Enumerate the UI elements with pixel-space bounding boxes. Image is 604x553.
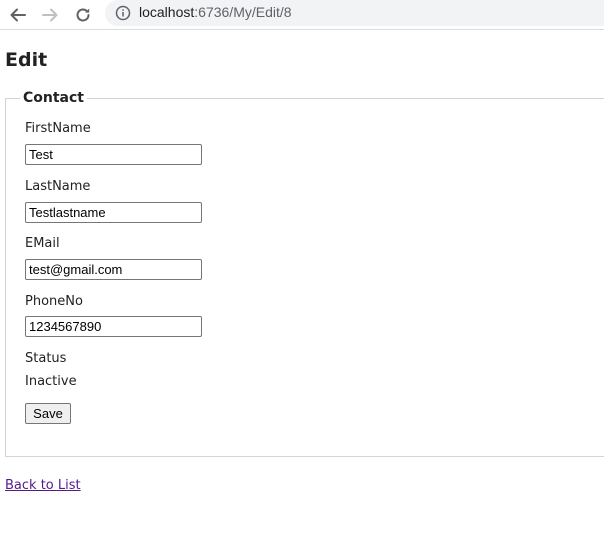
status-value: Inactive — [25, 374, 77, 389]
back-button[interactable] — [6, 3, 30, 27]
firstname-label: FirstName — [25, 121, 91, 136]
firstname-input[interactable] — [25, 144, 202, 165]
url-path: :6736/My/Edit/8 — [194, 4, 292, 20]
arrow-right-icon — [42, 8, 58, 22]
arrow-left-icon — [10, 8, 26, 22]
address-bar[interactable]: localhost:6736/My/Edit/8 — [105, 0, 604, 26]
status-label: Status — [25, 351, 67, 366]
email-input[interactable] — [25, 259, 202, 280]
browser-toolbar: localhost:6736/My/Edit/8 — [0, 0, 604, 30]
back-to-list-link[interactable]: Back to List — [5, 478, 81, 494]
url-text[interactable]: localhost:6736/My/Edit/8 — [139, 4, 292, 21]
reload-icon — [76, 8, 90, 22]
forward-button[interactable] — [38, 3, 62, 27]
url-host: localhost — [139, 4, 195, 20]
reload-button[interactable] — [71, 3, 95, 27]
info-icon[interactable] — [115, 5, 131, 21]
phoneno-label: PhoneNo — [25, 294, 83, 309]
save-button[interactable]: Save — [25, 403, 71, 424]
phoneno-input[interactable] — [25, 316, 202, 337]
lastname-input[interactable] — [25, 202, 202, 223]
page-title: Edit — [5, 49, 48, 71]
fieldset-legend: Contact — [20, 89, 87, 107]
email-label: EMail — [25, 236, 60, 251]
lastname-label: LastName — [25, 179, 91, 194]
